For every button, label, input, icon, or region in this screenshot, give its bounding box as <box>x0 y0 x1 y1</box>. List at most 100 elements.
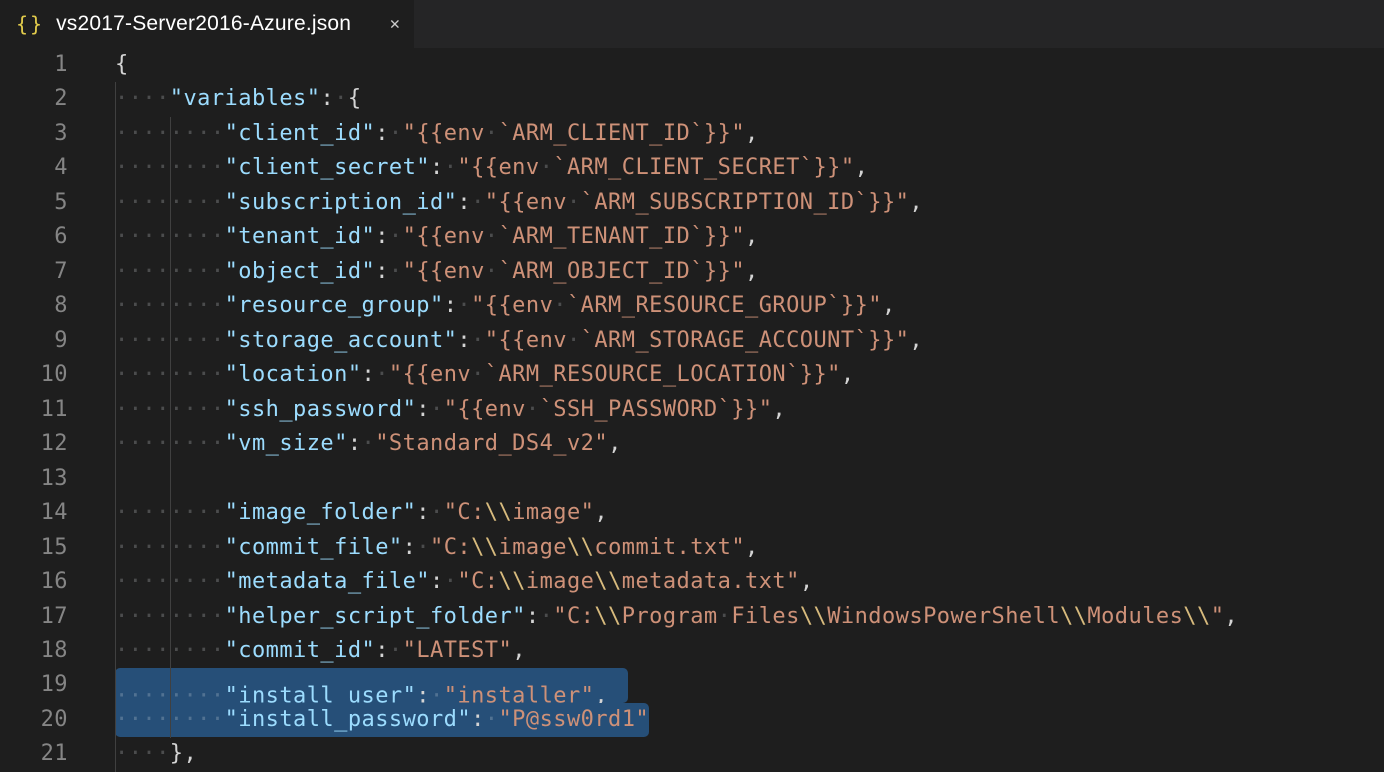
line-content: ········"commit_id":·"LATEST", <box>115 634 526 668</box>
code-line[interactable]: 12········"vm_size":·"Standard_DS4_v2", <box>0 427 1384 461</box>
code-line[interactable]: 2····"variables":·{ <box>0 82 1384 116</box>
token: "{{env <box>471 293 553 318</box>
code-line[interactable]: 21····}, <box>0 737 1384 771</box>
whitespace-dots: · <box>718 604 732 629</box>
code-line[interactable]: 9········"storage_account":·"{{env·`ARM_… <box>0 324 1384 358</box>
line-text: ········"client_id":·"{{env·`ARM_CLIENT_… <box>115 117 759 151</box>
token: "client_id" <box>225 121 376 146</box>
line-number[interactable]: 1 <box>0 48 68 82</box>
token: : <box>430 569 444 594</box>
code-line[interactable]: 11········"ssh_password":·"{{env·`SSH_PA… <box>0 393 1384 427</box>
whitespace-dots: · <box>567 190 581 215</box>
line-number[interactable]: 7 <box>0 255 68 289</box>
whitespace-dots: ········ <box>115 328 225 353</box>
whitespace-dots: · <box>430 500 444 525</box>
whitespace-dots: ········ <box>115 155 225 180</box>
token: " <box>1211 604 1225 629</box>
code-line[interactable]: 4 ········"client_secret":·"{{env·`ARM_CL… <box>0 151 1384 185</box>
line-number[interactable]: 8 <box>0 289 68 323</box>
line-number[interactable]: 6 <box>0 220 68 254</box>
line-text: ········"resource_group":·"{{env·`ARM_RE… <box>115 289 896 323</box>
token: , <box>841 362 855 387</box>
token: : <box>526 604 540 629</box>
code-line[interactable]: 17········"helper_script_folder":·"C:\\P… <box>0 600 1384 634</box>
code-line[interactable]: 14 ········"image_folder":·"C:\\image", <box>0 496 1384 530</box>
token: `ARM_OBJECT_ID`}}" <box>499 259 746 284</box>
whitespace-dots: · <box>389 638 403 663</box>
line-number[interactable]: 2 <box>0 82 68 116</box>
whitespace-dots: ········ <box>115 535 225 560</box>
line-number[interactable]: 11 <box>0 393 68 427</box>
line-number[interactable]: 13 <box>0 462 68 496</box>
whitespace-dots: · <box>540 604 554 629</box>
code-line[interactable]: 13 <box>0 462 1384 496</box>
whitespace-dots: · <box>485 259 499 284</box>
whitespace-dots: ········ <box>115 293 225 318</box>
whitespace-dots: · <box>471 362 485 387</box>
code-line[interactable]: 7········"object_id":·"{{env·`ARM_OBJECT… <box>0 255 1384 289</box>
token: \\ <box>594 569 621 594</box>
code-line[interactable]: 19········"install_user":·"installer", <box>0 668 1384 702</box>
whitespace-dots: ········ <box>115 604 225 629</box>
code-line[interactable]: 10········"location":·"{{env·`ARM_RESOUR… <box>0 358 1384 392</box>
tab-close-icon[interactable]: ✕ <box>390 14 400 34</box>
whitespace-dots: · <box>567 328 581 353</box>
code-line[interactable]: 6········"tenant_id":·"{{env·`ARM_TENANT… <box>0 220 1384 254</box>
token: "commit_file" <box>225 535 403 560</box>
token: "{{env <box>403 259 485 284</box>
line-number[interactable]: 10 <box>0 358 68 392</box>
token: `ARM_RESOURCE_LOCATION`}}" <box>485 362 841 387</box>
line-text: ········"client_secret":·"{{env·`ARM_CLI… <box>115 151 868 185</box>
line-number[interactable]: 3 <box>0 117 68 151</box>
token: , <box>909 328 923 353</box>
code-line[interactable]: 1{ <box>0 48 1384 82</box>
line-number[interactable]: 19 <box>0 668 68 702</box>
code-line[interactable]: 5········"subscription_id":·"{{env·`ARM_… <box>0 186 1384 220</box>
line-number[interactable]: 21 <box>0 737 68 771</box>
code-line[interactable]: 18 ········"commit_id":·"LATEST", <box>0 634 1384 668</box>
code-line[interactable]: 8 ········"resource_group":·"{{env·`ARM_R… <box>0 289 1384 323</box>
line-number[interactable]: 9 <box>0 324 68 358</box>
token: : <box>471 707 485 732</box>
token: `ARM_CLIENT_ID`}}" <box>499 121 746 146</box>
code-line[interactable]: 16········"metadata_file":·"C:\\image\\m… <box>0 565 1384 599</box>
token: "variables" <box>170 86 321 111</box>
line-number[interactable]: 16 <box>0 565 68 599</box>
token: \\ <box>471 535 498 560</box>
whitespace-dots: · <box>553 293 567 318</box>
token: "client_secret" <box>225 155 430 180</box>
tab-vs2017-server2016-azure[interactable]: {} vs2017-Server2016-Azure.json ✕ <box>0 0 414 48</box>
token: , <box>855 155 869 180</box>
token: , <box>745 259 759 284</box>
whitespace-dots: · <box>471 328 485 353</box>
line-number[interactable]: 18 <box>0 634 68 668</box>
token: `ARM_RESOURCE_GROUP`}}" <box>567 293 882 318</box>
token: Modules <box>1087 604 1183 629</box>
code-line[interactable]: 3 ········"client_id":·"{{env·`ARM_CLIENT… <box>0 117 1384 151</box>
whitespace-dots: · <box>389 224 403 249</box>
token: image <box>499 535 567 560</box>
whitespace-dots: · <box>334 86 348 111</box>
code-line[interactable]: 15········"commit_file":·"C:\\image\\com… <box>0 531 1384 565</box>
line-number[interactable]: 5 <box>0 186 68 220</box>
line-number[interactable]: 20 <box>0 703 68 737</box>
token: image" <box>512 500 594 525</box>
line-number[interactable]: 14 <box>0 496 68 530</box>
whitespace-dots: ········ <box>115 569 225 594</box>
whitespace-dots: · <box>485 707 499 732</box>
line-number[interactable]: 15 <box>0 531 68 565</box>
editor[interactable]: 1{2····"variables":·{3········"client_id… <box>0 48 1384 772</box>
line-number[interactable]: 4 <box>0 151 68 185</box>
token: , <box>1224 604 1238 629</box>
line-number[interactable]: 17 <box>0 600 68 634</box>
line-text: ········"image_folder":·"C:\\image", <box>115 496 608 530</box>
token: : <box>375 224 389 249</box>
whitespace-dots: ···· <box>115 741 170 766</box>
whitespace-dots: · <box>444 569 458 594</box>
line-content: ········"image_folder":·"C:\\image", <box>115 496 608 530</box>
token: , <box>608 431 622 456</box>
token: : <box>375 638 389 663</box>
code-line[interactable]: 20········"install_password":·"P@ssw0rd1… <box>0 703 1384 737</box>
line-number[interactable]: 12 <box>0 427 68 461</box>
whitespace-dots: ········ <box>115 362 225 387</box>
